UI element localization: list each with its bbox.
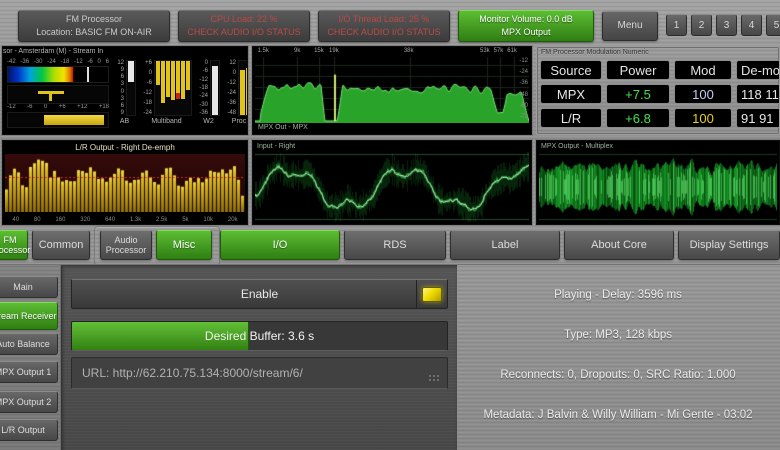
gradient-tick (87, 67, 89, 82)
input-scope-label: Input - Right (257, 143, 295, 150)
tab-display-settings[interactable]: Display Settings (678, 230, 780, 260)
tab-rds[interactable]: RDS (344, 230, 446, 260)
preset-buttons: 12345 (666, 14, 780, 36)
io-thread-warning: CHECK AUDIO I/O STATUS (319, 26, 449, 39)
preset-button-2[interactable]: 2 (691, 14, 712, 36)
preset-button-5[interactable]: 5 (766, 14, 780, 36)
sidebar-item-mpx-output-2[interactable]: MPX Output 2 (0, 391, 58, 413)
lr-frequency-labels: 40801603206401.3k2.5k5k10k20k (5, 217, 245, 223)
stream-url-value: URL: http://62.210.75.134:8000/stream/6/ (82, 366, 303, 380)
cpu-load-value: CPU Load: 22 % (179, 13, 309, 26)
sidebar-item-stream-receiver[interactable]: Stream Receiver (0, 302, 58, 330)
processor-title: FM Processor (19, 13, 169, 26)
enable-button[interactable]: Enable (71, 279, 448, 309)
stream-url-field[interactable]: URL: http://62.210.75.134:8000/stream/6/ (71, 357, 448, 389)
input-scope-panel: Input - Right (252, 140, 532, 225)
sidebar-item-l-r-output[interactable]: L/R Output (0, 419, 58, 441)
modulation-table-title: FM Processor Modulation Numeric (541, 49, 649, 56)
level-scale: -12-60+6+12+18 (7, 104, 109, 111)
input-spectrum-scale: -42-36-30-24-18-12-606 (7, 59, 109, 66)
mpx-scope-canvas (539, 152, 777, 222)
mpx-frequency-labels: 1.5k9k15k19k38k53k57k61k (255, 47, 527, 55)
cpu-load-status[interactable]: CPU Load: 22 % CHECK AUDIO I/O STATUS (178, 10, 310, 42)
preset-button-3[interactable]: 3 (716, 14, 737, 36)
status-line-2: Type: MP3, 128 kbps (458, 329, 778, 341)
tab-fm-processor[interactable]: FM Processor (0, 230, 28, 260)
resize-grip-icon (429, 375, 441, 383)
preset-button-1[interactable]: 1 (666, 14, 687, 36)
input-scope-canvas (255, 152, 529, 222)
status-line-3: Reconnects: 0, Dropouts: 0, SRC Ratio: 1… (458, 369, 778, 381)
stream-status-area: Playing - Delay: 3596 ms Type: MP3, 128 k… (458, 265, 778, 450)
meter-proc: 120-12-24-36-48Proc (225, 60, 248, 125)
stereo-balance-meter (7, 85, 109, 104)
io-thread-value: I/O Thread Load: 25 % (319, 13, 449, 26)
enable-label: Enable (241, 287, 278, 301)
sidebar-item-mpx-output-1[interactable]: MPX Output 1 (0, 361, 58, 383)
input-spectrum-gradient-bar (7, 66, 109, 83)
monitor-volume-button[interactable]: Monitor Volume: 0.0 dB MPX Output (458, 10, 594, 42)
mpx-db-labels: -12-24-36-48-60-72 (519, 58, 528, 120)
preset-button-4[interactable]: 4 (741, 14, 762, 36)
tab-io[interactable]: I/O (220, 230, 340, 260)
monitor-output-source: MPX Output (459, 26, 593, 39)
menu-button[interactable]: Menu (602, 11, 658, 41)
lr-spectrum-canvas (5, 154, 245, 212)
mpx-spectrum-canvas (255, 57, 529, 123)
meter-w2: 0-6-12-18-24-30-36W2 (197, 60, 220, 125)
vertical-meters: 129630369AB+60-6-12-18-24Multiband0-6-12… (113, 60, 248, 125)
modulation-table: SourcePowerModDe-modMPX+7.5100118 118L/R… (540, 60, 780, 128)
modulation-numeric-panel: FM Processor Modulation Numeric SourcePo… (536, 46, 780, 135)
meter-ab: 129630369AB (113, 60, 136, 125)
lr-spectrum-title: L/R Output - Right De-emph (3, 143, 247, 152)
meter-multiband: +60-6-12-18-24Multiband (141, 60, 192, 125)
stream-receiver-panel: Enable Desired Buffer: 3.6 s URL: http:/… (61, 265, 457, 450)
mpx-spectrum-panel: 1.5k9k15k19k38k53k57k61k -12-24-36-48-60… (252, 46, 532, 135)
mpx-spectrum-label: MPX Out - MPX (258, 124, 308, 131)
mpx-scope-label: MPX Output - Multiplex (541, 143, 613, 150)
enable-led-indicator (422, 287, 442, 302)
status-line-4: Metadata: J Balvin & Willy William - Mi … (458, 409, 778, 421)
status-line-1: Playing - Delay: 3596 ms (458, 289, 778, 301)
input-meter-title: FM Processor - Amsterdam (M) - Stream In (2, 48, 103, 55)
buffer-label: Desired Buffer: 3.6 s (72, 322, 447, 350)
input-meter-panel: FM Processor - Amsterdam (M) - Stream In… (2, 46, 248, 135)
tab-misc[interactable]: Misc (156, 230, 212, 260)
tab-label[interactable]: Label (450, 230, 560, 260)
io-thread-status[interactable]: I/O Thread Load: 25 % CHECK AUDIO I/O ST… (318, 10, 450, 42)
monitor-volume-value: Monitor Volume: 0.0 dB (459, 13, 593, 26)
sidebar-item-auto-balance[interactable]: Auto Balance (0, 333, 58, 355)
cpu-load-warning: CHECK AUDIO I/O STATUS (179, 26, 309, 39)
processor-location: Location: BASIC FM ON-AIR (19, 26, 169, 39)
tab-audio-processor[interactable]: Audio Processor (100, 230, 152, 260)
mpx-scope-panel: MPX Output - Multiplex (536, 140, 780, 225)
tab-common[interactable]: Common (32, 230, 90, 260)
lr-spectrum-panel: L/R Output - Right De-emph 4080160320640… (2, 140, 248, 225)
tab-about-core[interactable]: About Core (564, 230, 674, 260)
app-window: FM Processor Location: BASIC FM ON-AIR C… (0, 0, 780, 450)
level-bar-meter (7, 112, 109, 128)
desired-buffer-slider[interactable]: Desired Buffer: 3.6 s (71, 321, 448, 351)
sidebar-item-main[interactable]: Main (0, 276, 58, 298)
processor-info-box[interactable]: FM Processor Location: BASIC FM ON-AIR (18, 10, 170, 42)
enable-led-section (416, 280, 447, 308)
